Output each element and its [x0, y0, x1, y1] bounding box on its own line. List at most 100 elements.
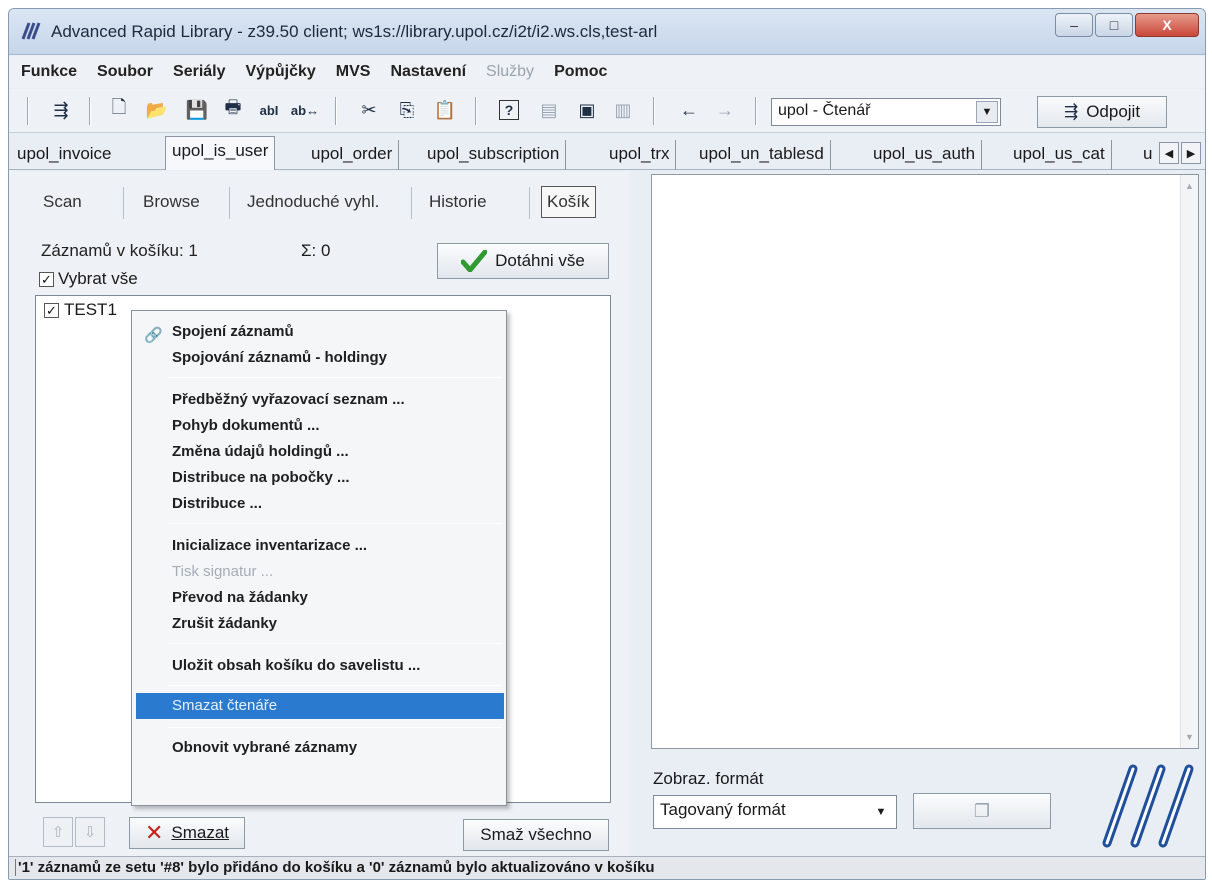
menu-separator	[168, 727, 502, 728]
delete-button[interactable]: ✕ Smazat	[129, 817, 245, 849]
connect-icon[interactable]: ⇶	[49, 98, 73, 122]
format-select[interactable]: Tagovaný formát ▼	[653, 795, 897, 829]
format-windows-button[interactable]: ❐	[913, 793, 1051, 829]
subtab-cart[interactable]: Košík	[541, 186, 596, 218]
tab-upol-subscription[interactable]: upol_subscription	[421, 140, 567, 170]
save-icon[interactable]: 💾	[185, 98, 209, 122]
menu-pomoc[interactable]: Pomoc	[554, 63, 607, 81]
fetch-all-button[interactable]: Dotáhni vše	[437, 243, 609, 279]
menu-separator	[168, 523, 502, 524]
menu-item-preliminary-discard-list[interactable]: Předběžný vyřazovací seznam ...	[132, 387, 506, 413]
disconnect-label: Odpojit	[1086, 102, 1141, 121]
menu-nastaveni[interactable]: Nastavení	[390, 63, 466, 81]
close-button[interactable]: X	[1135, 13, 1199, 37]
select-all-label: Vybrat vše	[58, 269, 138, 288]
menu-mvs[interactable]: MVS	[336, 63, 371, 81]
cart-count-label: Záznamů v košíku: 1	[41, 241, 198, 260]
table-tabs: upol_invoice upol_is_user upol_order upo…	[9, 134, 1205, 170]
print-icon[interactable]: 🖶	[221, 97, 245, 122]
menu-serialy[interactable]: Seriály	[173, 63, 225, 81]
menu-item-convert-to-requests[interactable]: Převod na žádanky	[132, 585, 506, 611]
tab-upol-trx[interactable]: upol_trx	[603, 140, 677, 170]
select-all-checkbox[interactable]: ✓ Vybrat vše	[39, 269, 138, 289]
forward-arrow-icon[interactable]: →	[713, 98, 737, 122]
menu-item-save-to-savelist[interactable]: Uložit obsah košíku do savelistu ...	[132, 653, 506, 679]
tab-scroll-left-icon[interactable]: ◀	[1159, 142, 1179, 164]
tab-upol-invoice[interactable]: upol_invoice	[11, 140, 118, 170]
toolbar-separator	[653, 97, 655, 125]
maximize-button[interactable]: □	[1095, 13, 1133, 37]
tab-upol-un-tablesd[interactable]: upol_un_tablesd	[693, 140, 831, 170]
checkbox-checked-icon[interactable]: ✓	[44, 302, 59, 318]
scroll-down-icon[interactable]: ▼	[1181, 728, 1198, 746]
app-logo-icon	[21, 22, 41, 40]
list-item-label: TEST1	[64, 300, 117, 319]
chevron-down-icon[interactable]: ▼	[868, 799, 894, 825]
paste-icon[interactable]: 📋	[433, 98, 457, 122]
vertical-scrollbar[interactable]: ▲ ▼	[1180, 175, 1198, 748]
menu-vypujcky[interactable]: Výpůjčky	[246, 63, 316, 81]
find-icon[interactable]: abI	[257, 98, 281, 122]
menu-item-change-holdings[interactable]: Změna údajů holdingů ...	[132, 439, 506, 465]
menu-separator	[168, 685, 502, 686]
book-icon[interactable]: ▣	[575, 98, 599, 122]
menu-item-record-merge-holdings[interactable]: Spojování záznamů - holdingy	[132, 345, 506, 371]
menu-item-document-movement[interactable]: Pohyb dokumentů ...	[132, 413, 506, 439]
menu-bar: Funkce Soubor Seriály Výpůjčky MVS Nasta…	[9, 56, 1205, 88]
move-down-button[interactable]: ⇩	[75, 817, 105, 847]
record-preview[interactable]: ▲ ▼	[651, 174, 1199, 749]
list-item[interactable]: ✓ TEST1	[44, 300, 117, 320]
format-select-value: Tagovaný formát	[660, 800, 786, 819]
menu-item-record-merge[interactable]: 🔗 Spojení záznamů	[132, 319, 506, 345]
fetch-all-label: Dotáhni vše	[495, 251, 585, 270]
menu-item-distribution[interactable]: Distribuce ...	[132, 491, 506, 517]
chevron-down-icon[interactable]: ▼	[976, 101, 998, 123]
checkmark-icon	[461, 250, 488, 272]
cart-sum-label: Σ: 0	[301, 241, 331, 260]
tab-upol-order[interactable]: upol_order	[305, 140, 400, 170]
toolbar-separator	[475, 97, 477, 125]
menu-separator	[168, 643, 502, 644]
disconnect-icon: ⇶	[1063, 102, 1079, 121]
frame-icon[interactable]: ▥	[611, 98, 635, 122]
tab-upol-us-auth[interactable]: upol_us_auth	[867, 140, 983, 170]
tab-upol-is-user[interactable]: upol_is_user	[165, 136, 276, 170]
tab-truncated[interactable]: u	[1137, 140, 1159, 170]
document-icon[interactable]: ▤	[537, 98, 561, 122]
subtab-scan[interactable]: Scan	[43, 185, 82, 219]
toolbar-separator	[27, 97, 29, 125]
menu-item-distribute-branches[interactable]: Distribuce na pobočky ...	[132, 465, 506, 491]
disconnect-button[interactable]: ⇶ Odpojit	[1037, 96, 1167, 128]
delete-all-button[interactable]: Smaž všechno	[463, 819, 609, 851]
new-document-icon[interactable]: 🗋	[107, 97, 131, 122]
tab-scroll-right-icon[interactable]: ▶	[1181, 142, 1201, 164]
role-select[interactable]: upol - Čtenář ▼	[771, 98, 1001, 126]
context-menu: 🔗 Spojení záznamů Spojování záznamů - ho…	[131, 310, 507, 806]
replace-icon[interactable]: ab↔	[291, 98, 319, 122]
open-folder-icon[interactable]: 📂	[145, 98, 169, 122]
menu-item-cancel-requests[interactable]: Zrušit žádanky	[132, 611, 506, 637]
subtab-simple-search[interactable]: Jednoduché vyhl.	[247, 185, 379, 219]
back-arrow-icon[interactable]: ←	[677, 98, 701, 122]
tab-upol-us-cat[interactable]: upol_us_cat	[1007, 140, 1112, 170]
scroll-up-icon[interactable]: ▲	[1181, 177, 1198, 195]
menu-item-refresh-selected[interactable]: Obnovit vybrané záznamy	[132, 735, 506, 761]
subtab-separator	[229, 187, 230, 219]
menu-soubor[interactable]: Soubor	[97, 63, 153, 81]
role-select-value: upol - Čtenář	[778, 102, 871, 119]
menu-funkce[interactable]: Funkce	[21, 63, 77, 81]
help-icon[interactable]: ?	[499, 100, 519, 120]
copy-icon[interactable]: ⎘	[395, 98, 419, 122]
toolbar: ⇶ 🗋 📂 💾 🖶 abI ab↔ ✂ ⎘ 📋 ? ▤ ▣ ▥ ← → upol…	[9, 89, 1205, 133]
menu-item-init-inventory[interactable]: Inicializace inventarizace ...	[132, 533, 506, 559]
subtab-history[interactable]: Historie	[429, 185, 487, 219]
subtab-separator	[529, 187, 530, 219]
move-up-button[interactable]: ⇧	[43, 817, 73, 847]
checkbox-checked-icon: ✓	[39, 271, 54, 287]
subtab-browse[interactable]: Browse	[143, 185, 200, 219]
cut-icon[interactable]: ✂	[357, 98, 381, 122]
menu-item-delete-readers[interactable]: Smazat čtenáře	[136, 693, 504, 719]
toolbar-separator	[755, 97, 757, 125]
minimize-button[interactable]: –	[1055, 13, 1093, 37]
title-bar[interactable]: Advanced Rapid Library - z39.50 client; …	[9, 9, 1205, 55]
